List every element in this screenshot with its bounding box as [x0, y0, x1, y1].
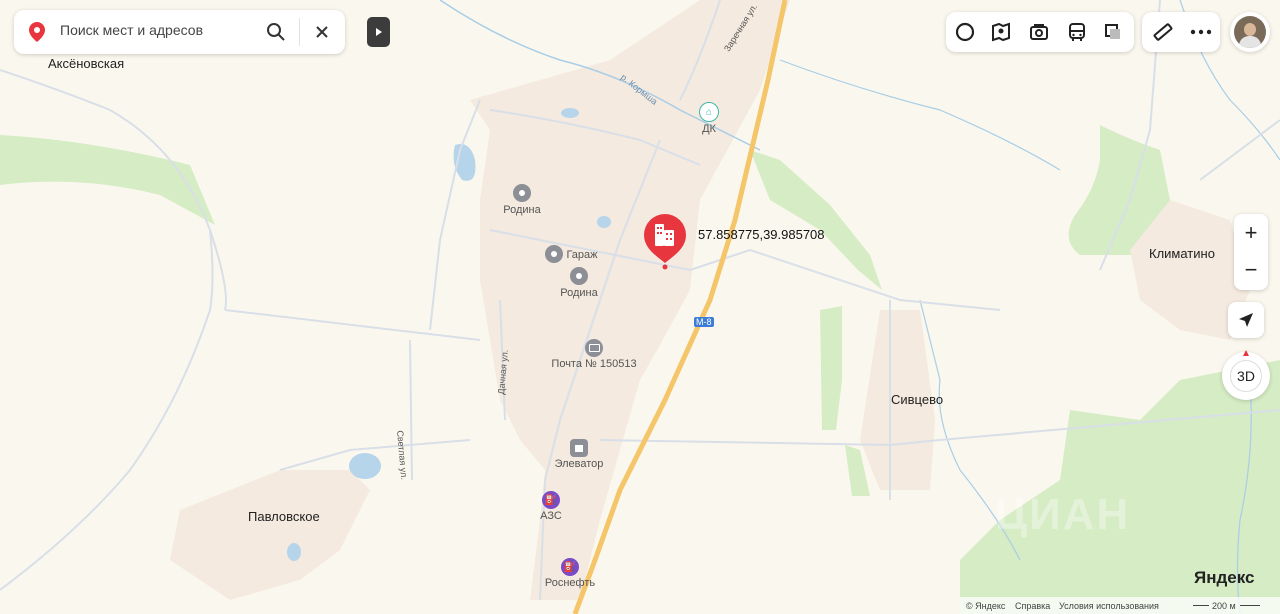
place-label: Сивцево [891, 392, 944, 407]
scale-label: 200 м [1212, 601, 1236, 611]
zoom-controls: + − [1234, 214, 1268, 290]
water-area [561, 108, 579, 118]
scale-bar [1193, 605, 1209, 606]
museum-icon[interactable]: ⌂ [699, 102, 719, 122]
copyright[interactable]: © Яндекс [966, 601, 1005, 611]
divider [299, 18, 300, 46]
avatar[interactable] [1230, 12, 1270, 52]
bus-icon[interactable] [1062, 17, 1092, 47]
elevator-icon[interactable] [570, 439, 588, 457]
place-label: Аксёновская [48, 56, 125, 71]
fuel-icon[interactable]: ⛽ [561, 558, 579, 576]
layers-icon[interactable] [1098, 17, 1128, 47]
poi-icon[interactable] [545, 245, 563, 263]
more-icon[interactable] [1186, 17, 1216, 47]
fuel-icon[interactable]: ⛽ [542, 491, 560, 509]
poi-icon[interactable] [513, 184, 531, 202]
poi-icon[interactable] [570, 267, 588, 285]
scale-bar [1240, 605, 1260, 606]
panorama-icon[interactable] [950, 17, 980, 47]
poi-label[interactable]: Гараж [566, 249, 597, 261]
expand-panel-button[interactable] [367, 17, 390, 47]
place-label: Павловское [248, 509, 320, 524]
compass-3d-button[interactable]: 3D [1222, 350, 1270, 400]
3d-label: 3D [1237, 368, 1255, 384]
poi-label[interactable]: АЗС [540, 510, 562, 522]
poi-label[interactable]: ДК [702, 123, 716, 135]
poi-label[interactable]: Почта № 150513 [551, 358, 636, 370]
water-area [287, 543, 301, 561]
zoom-out-button[interactable]: − [1234, 253, 1268, 287]
layers-toolbar [946, 12, 1134, 52]
watermark: ЦИАН [995, 490, 1131, 539]
post-icon[interactable] [585, 339, 603, 357]
yandex-logo: Яндекс [1194, 568, 1255, 587]
camera-icon[interactable] [1024, 17, 1054, 47]
zoom-in-button[interactable]: + [1234, 216, 1268, 250]
place-label: Климатино [1149, 246, 1215, 261]
water-area [349, 453, 381, 479]
geolocation-button[interactable] [1228, 302, 1264, 338]
map-pin-icon [22, 17, 52, 47]
road-badge: М-8 [694, 317, 714, 327]
tools-toolbar [1142, 12, 1220, 52]
poi-label[interactable]: Роснефть [545, 577, 595, 589]
terms-link[interactable]: Условия использования [1059, 601, 1159, 611]
poi-label[interactable]: Родина [560, 287, 598, 299]
search-panel: Поиск мест и адресов [14, 10, 345, 54]
poi-label[interactable]: Элеватор [555, 458, 604, 470]
search-icon[interactable] [261, 17, 291, 47]
ruler-icon[interactable] [1148, 17, 1178, 47]
close-icon[interactable] [307, 17, 337, 47]
water-area [597, 216, 611, 228]
compass-north-icon [1243, 350, 1249, 356]
help-link[interactable]: Справка [1015, 601, 1050, 611]
marker-coordinates: 57.858775,39.985708 [698, 227, 825, 242]
poi-label[interactable]: Родина [503, 204, 541, 216]
search-input[interactable]: Поиск мест и адресов [60, 22, 203, 38]
map-book-icon[interactable] [986, 17, 1016, 47]
